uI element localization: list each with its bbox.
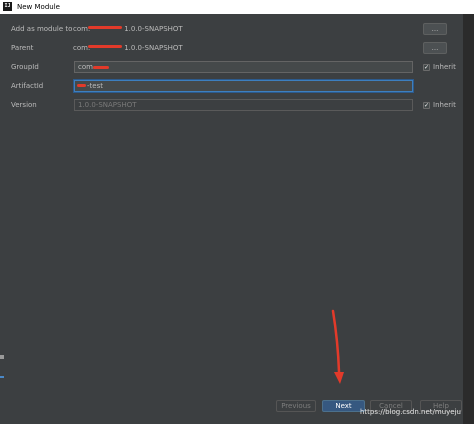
watermark-text: https://blog.csdn.net/muyeju [360, 408, 461, 416]
previous-button[interactable]: Previous [276, 400, 316, 412]
annotation-arrow [331, 309, 344, 384]
next-button[interactable]: Next [322, 400, 365, 412]
